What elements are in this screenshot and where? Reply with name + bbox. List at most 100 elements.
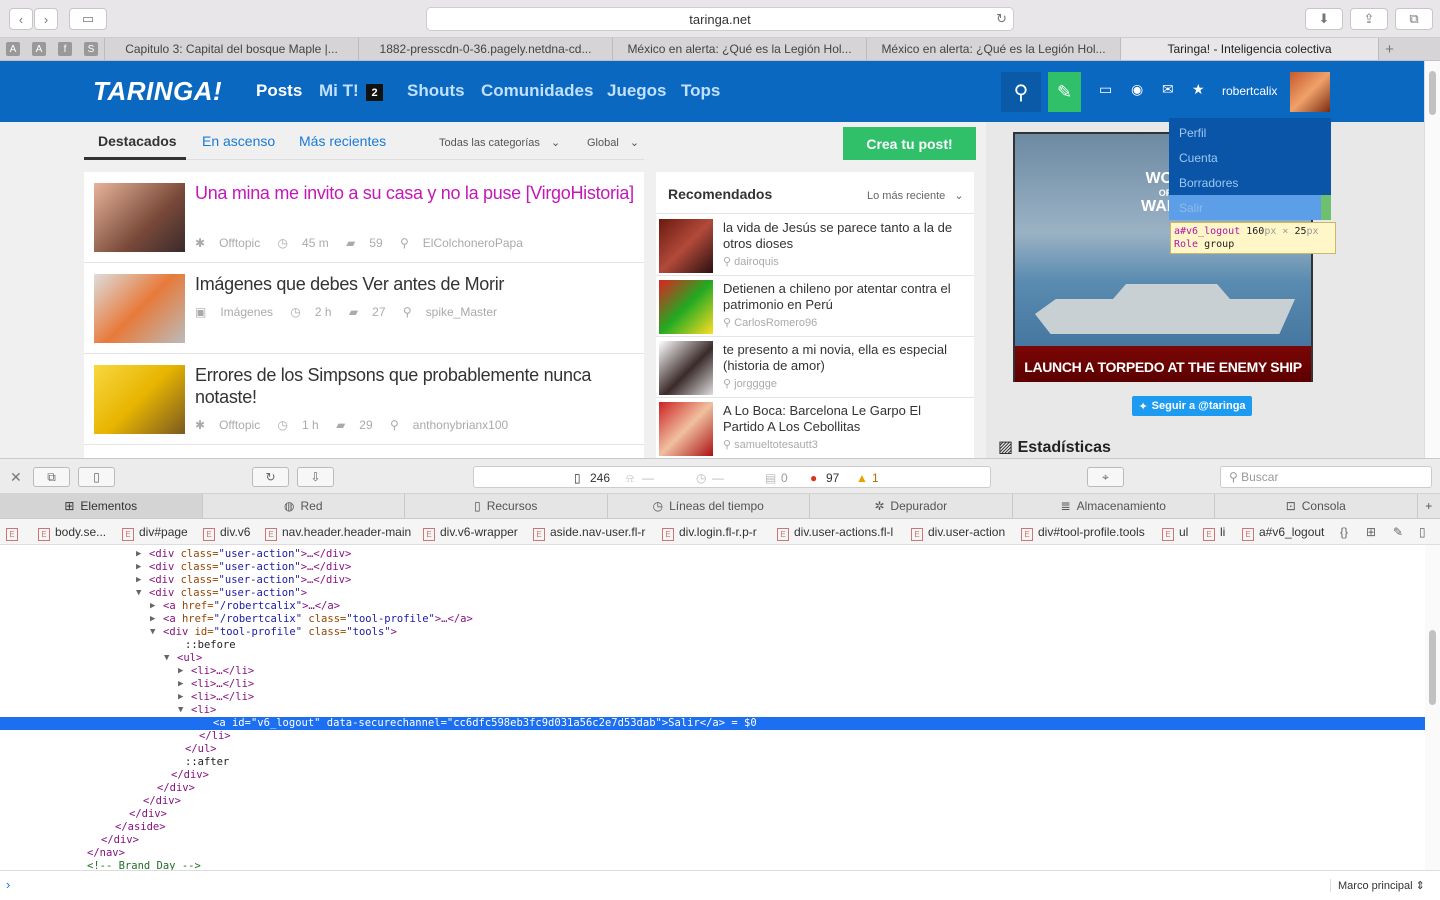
recommended-item[interactable]: A Lo Boca: Barcelona Le Garpo El Partido… <box>656 398 974 458</box>
favorite-3[interactable]: f <box>52 38 78 60</box>
downloads-button[interactable]: ⬇ <box>1305 8 1343 30</box>
breadcrumb-item[interactable]: Eli <box>1203 525 1225 541</box>
monitor-icon[interactable]: ▭ <box>1099 81 1112 98</box>
dom-node[interactable]: ▼ <div class="user-action"> <box>0 587 1425 600</box>
browser-tab[interactable]: Capitulo 3: Capital del bosque Maple |..… <box>104 38 358 60</box>
tab-destacados[interactable]: Destacados <box>98 133 177 149</box>
dom-node[interactable]: ▶ <div class="user-action">…</div> <box>0 574 1425 587</box>
reload-page-button[interactable]: ↻ <box>252 467 289 487</box>
disclosure-triangle-icon[interactable]: ▼ <box>164 652 169 665</box>
recommended-item[interactable]: la vida de Jesús se parece tanto a la de… <box>656 215 974 276</box>
disclosure-triangle-icon[interactable]: ▶ <box>178 691 183 704</box>
breadcrumb-item[interactable]: Ediv#page <box>122 525 188 541</box>
tab-recursos[interactable]: ▯ Recursos <box>405 494 608 518</box>
nav-mit[interactable]: Mi T! <box>319 81 359 101</box>
disclosure-triangle-icon[interactable]: ▼ <box>178 704 183 717</box>
recommended-item-title[interactable]: A Lo Boca: Barcelona Le Garpo El Partido… <box>723 403 963 435</box>
mail-icon[interactable]: ✉ <box>1162 81 1174 98</box>
undock-button[interactable]: ⧉ <box>33 467 70 487</box>
dom-node[interactable]: ▼ <li> <box>0 704 1425 717</box>
inspect-element-button[interactable]: ⌖ <box>1087 467 1124 487</box>
dom-node[interactable]: </li> <box>0 730 1425 743</box>
tab-almacenamiento[interactable]: ≣ Almacenamiento <box>1013 494 1215 518</box>
recommended-item-author[interactable]: ⚲ dairoquis <box>723 255 779 268</box>
scrollbar-thumb[interactable] <box>1429 71 1436 115</box>
warning-count[interactable]: 1 <box>872 471 879 485</box>
dom-node-selected[interactable]: <a id="v6_logout" data-securechannel="cc… <box>0 717 1425 730</box>
share-button[interactable]: ⇪ <box>1350 8 1388 30</box>
dom-node[interactable]: ▶ <a href="/robertcalix">…</a> <box>0 600 1425 613</box>
post-author[interactable]: anthonybrianx100 <box>413 418 508 432</box>
search-button[interactable]: ⚲ <box>1001 72 1041 112</box>
dom-node[interactable]: </div> <box>0 834 1425 847</box>
post-author[interactable]: spike_Master <box>426 305 497 319</box>
frame-select[interactable]: Marco principal ⇕ <box>1330 879 1425 892</box>
breadcrumb-item[interactable]: Ediv.user-action <box>911 525 1005 541</box>
dom-node[interactable]: </div> <box>0 769 1425 782</box>
recommended-thumbnail[interactable] <box>659 219 713 273</box>
download-archive-button[interactable]: ⇩ <box>297 467 334 487</box>
browser-tab[interactable]: México en alerta: ¿Qué es la Legión Hol.… <box>866 38 1120 60</box>
post-item[interactable]: Una mina me invito a su casa y no la pus… <box>84 172 644 263</box>
dom-node[interactable]: ▶ <li>…</li> <box>0 665 1425 678</box>
console-prompt-bar[interactable]: › Marco principal ⇕ <box>0 870 1440 900</box>
tab-elementos[interactable]: ⊞ Elementos <box>0 494 203 518</box>
dom-node[interactable]: ▶ <div class="user-action">…</div> <box>0 548 1425 561</box>
tab-depurador[interactable]: ✲ Depurador <box>810 494 1013 518</box>
star-icon[interactable]: ★ <box>1192 81 1205 98</box>
site-logo[interactable]: TARINGA! <box>93 76 222 107</box>
nav-posts[interactable]: Posts <box>256 81 302 101</box>
recommended-item[interactable]: Detienen a chileno por atentar contra el… <box>656 276 974 337</box>
dom-node[interactable]: ▼ <div id="tool-profile" class="tools"> <box>0 626 1425 639</box>
breadcrumb-item[interactable]: Ediv.v6-wrapper <box>423 525 518 541</box>
scope-select[interactable]: Global ⌄ <box>587 136 639 149</box>
log-count[interactable]: 0 <box>781 471 788 485</box>
recommended-item-title[interactable]: te presento a mi novia, ella es especial… <box>723 342 963 374</box>
disclosure-triangle-icon[interactable]: ▶ <box>136 561 141 574</box>
dom-node[interactable]: </nav> <box>0 847 1425 860</box>
code-braces-icon[interactable]: {} <box>1340 525 1348 539</box>
dom-node[interactable]: </div> <box>0 795 1425 808</box>
reload-icon[interactable]: ↻ <box>996 11 1007 27</box>
address-bar[interactable]: taringa.net ↻ <box>426 7 1014 31</box>
post-title[interactable]: Imágenes que debes Ver antes de Morir <box>195 273 635 295</box>
dom-node[interactable]: ::after <box>0 756 1425 769</box>
grid-icon[interactable]: ⊞ <box>1366 525 1376 539</box>
disclosure-triangle-icon[interactable]: ▶ <box>178 678 183 691</box>
menu-item-perfil[interactable]: Perfil <box>1169 120 1331 145</box>
tab-lineas-del-tiempo[interactable]: ◷ Líneas del tiempo <box>608 494 810 518</box>
tab-consola[interactable]: ⊡ Consola <box>1215 494 1418 518</box>
recommended-thumbnail[interactable] <box>659 280 713 334</box>
recommended-item-title[interactable]: la vida de Jesús se parece tanto a la de… <box>723 220 963 252</box>
post-thumbnail[interactable] <box>94 183 185 252</box>
username-link[interactable]: robertcalix <box>1222 84 1277 98</box>
category-select[interactable]: Todas las categorías ⌄ <box>439 136 560 149</box>
error-count[interactable]: 97 <box>826 471 839 485</box>
tab-red[interactable]: ◍ Red <box>203 494 405 518</box>
dom-node[interactable]: <!-- Brand Day --> <box>0 860 1425 870</box>
recommended-item-author[interactable]: ⚲ CarlosRomero96 <box>723 316 817 329</box>
post-item[interactable]: Imágenes que debes Ver antes de Morir ▣ I… <box>84 263 644 354</box>
breadcrumb-item[interactable]: Eul <box>1162 525 1188 541</box>
pencil-icon[interactable]: ✎ <box>1393 525 1403 539</box>
breadcrumb-item[interactable]: Ediv#tool-profile.tools <box>1021 525 1145 541</box>
breadcrumb-item[interactable]: Ediv.user-actions.fl-l <box>777 525 893 541</box>
tab-en-ascenso[interactable]: En ascenso <box>202 133 275 149</box>
tab-mas-recientes[interactable]: Más recientes <box>299 133 386 149</box>
breadcrumb-item[interactable]: Easide.nav-user.fl-r <box>533 525 645 541</box>
create-post-button[interactable]: ✎ <box>1048 72 1081 112</box>
nav-comunidades[interactable]: Comunidades <box>481 81 593 101</box>
dom-node[interactable]: ::before <box>0 639 1425 652</box>
disclosure-triangle-icon[interactable]: ▶ <box>136 574 141 587</box>
sidebar-icon[interactable]: ▯ <box>1419 525 1426 539</box>
follow-twitter-button[interactable]: ✦ Seguir a @taringa <box>1132 396 1252 416</box>
recommended-thumbnail[interactable] <box>659 341 713 395</box>
add-tab-button[interactable]: + <box>1418 494 1440 518</box>
forward-button[interactable]: › <box>34 8 58 30</box>
dom-node[interactable]: ▶ <div class="user-action">…</div> <box>0 561 1425 574</box>
menu-item-cuenta[interactable]: Cuenta <box>1169 145 1331 170</box>
disclosure-triangle-icon[interactable]: ▶ <box>150 613 155 626</box>
devtools-search-input[interactable]: ⚲ Buscar <box>1220 466 1432 488</box>
dom-node[interactable]: ▶ <a href="/robertcalix" class="tool-prof… <box>0 613 1425 626</box>
nav-juegos[interactable]: Juegos <box>607 81 667 101</box>
